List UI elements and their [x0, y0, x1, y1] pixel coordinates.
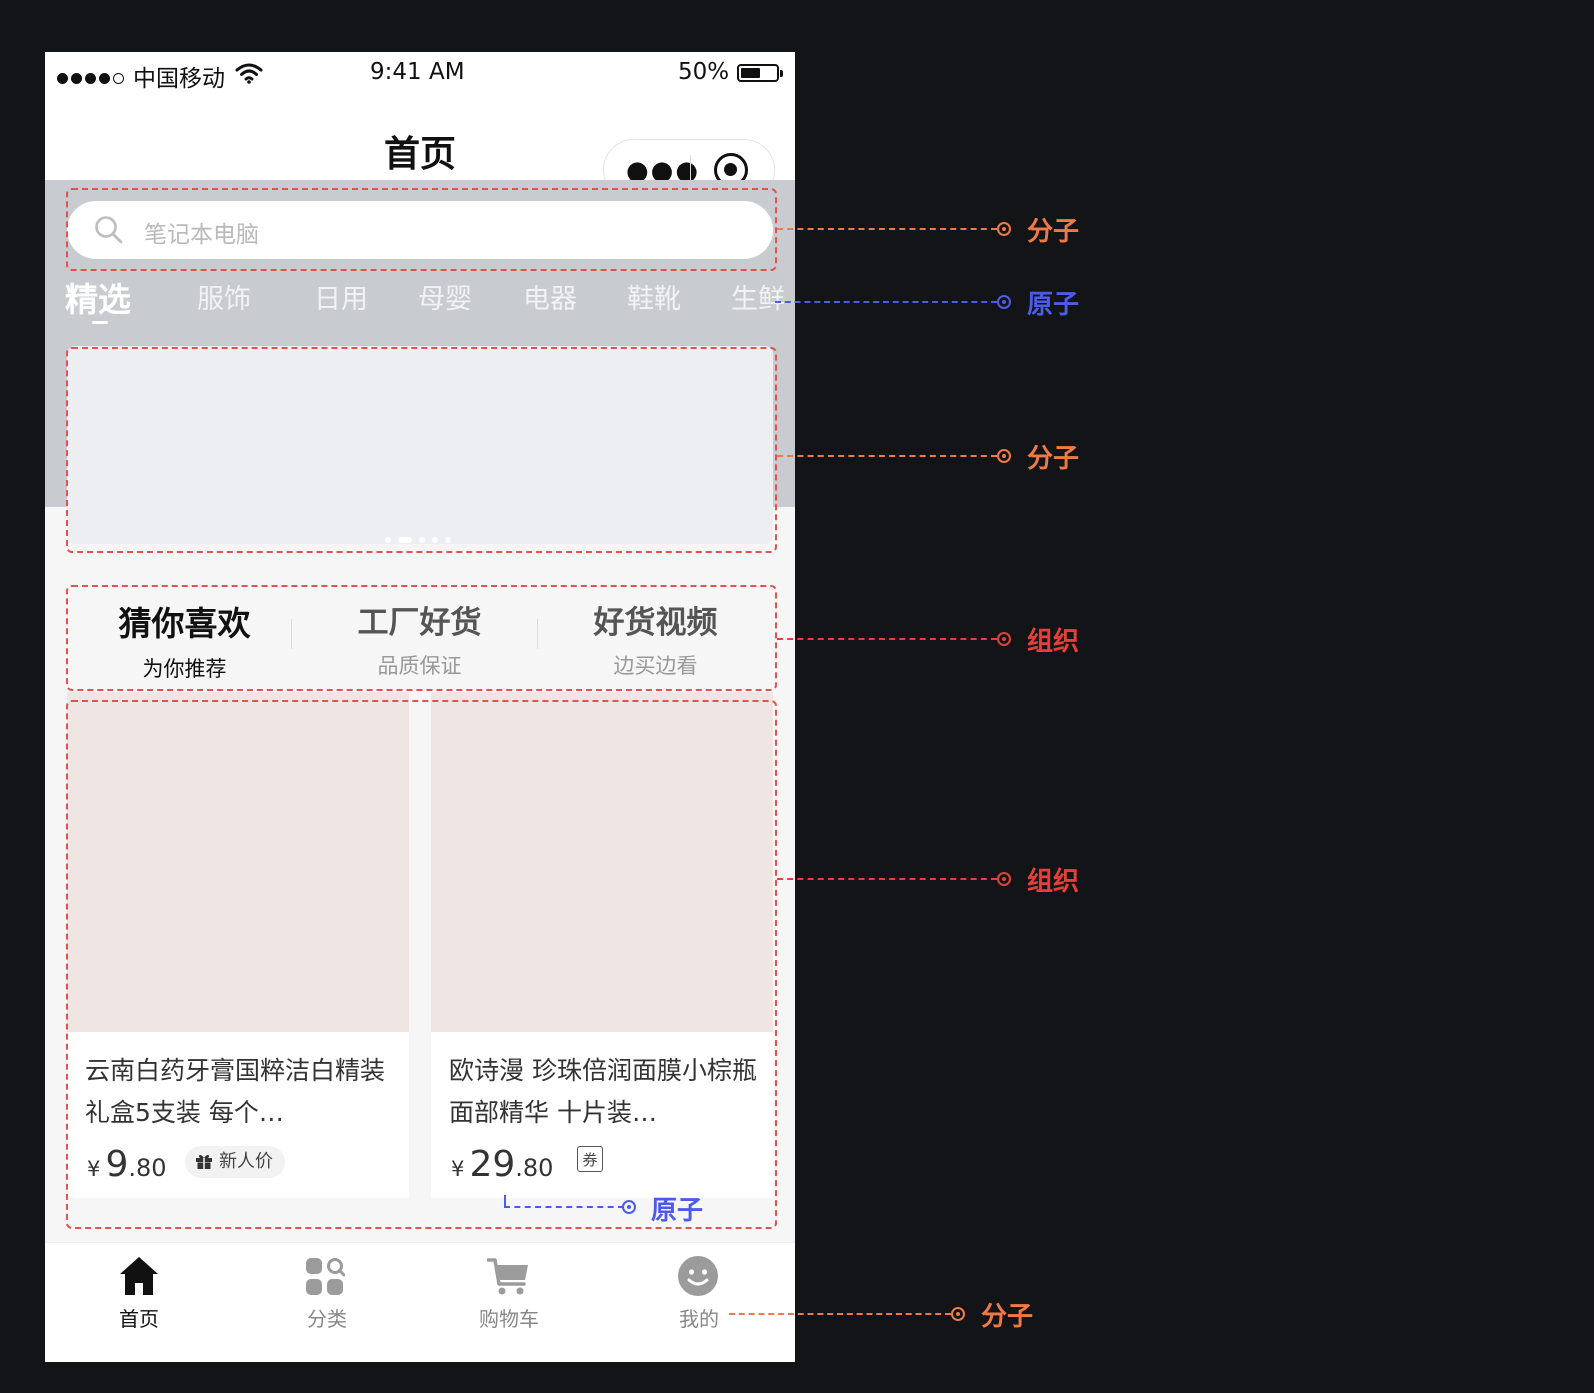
annotation-marker-icon: [951, 1307, 965, 1321]
annotation-marker-icon: [997, 222, 1011, 236]
annotation-box-banner: [66, 347, 777, 553]
annotation-label-organism: 组织: [1027, 627, 1080, 657]
tab-daily[interactable]: 日用: [314, 277, 368, 316]
tabbar-item-mine[interactable]: 我的: [605, 1243, 793, 1343]
annotation-marker-icon: [997, 872, 1011, 886]
smiley-icon: [678, 1256, 718, 1296]
wifi-icon: [235, 63, 263, 84]
tabbar-item-category[interactable]: 分类: [233, 1243, 421, 1343]
tab-appliances[interactable]: 电器: [523, 277, 577, 316]
annotation-label-organism: 组织: [1027, 867, 1080, 897]
annotation-leader: [777, 455, 997, 457]
annotation-leader: [777, 228, 997, 230]
annotation-leader: [775, 301, 997, 303]
tabbar-label: 我的: [679, 1307, 719, 1331]
annotation-leader: [777, 878, 997, 880]
category-icon: [306, 1258, 345, 1295]
annotation-box-products: [66, 700, 777, 1229]
annotation-label-molecule: 分子: [981, 1302, 1034, 1332]
annotation-box-categories: [66, 585, 777, 691]
tab-shoes[interactable]: 鞋靴: [627, 277, 681, 316]
annotation-marker-icon: [997, 632, 1011, 646]
active-tab-indicator: [92, 321, 108, 324]
signal-strength-icon: [57, 69, 127, 88]
annotation-label-atom: 原子: [651, 1196, 704, 1226]
tab-fresh[interactable]: 生鲜: [731, 277, 785, 316]
annotation-label-atom: 原子: [1027, 290, 1080, 320]
tabbar-label: 首页: [119, 1307, 159, 1331]
annotation-box-search: [66, 188, 777, 271]
annotation-marker-icon: [997, 295, 1011, 309]
annotation-leader: [504, 1206, 624, 1208]
annotation-marker-icon: [997, 449, 1011, 463]
tabbar-item-home[interactable]: 首页: [45, 1243, 233, 1343]
tab-apparel[interactable]: 服饰: [197, 277, 251, 316]
cart-icon: [487, 1258, 528, 1295]
annotation-label-molecule: 分子: [1027, 444, 1080, 474]
tab-baby[interactable]: 母婴: [418, 277, 472, 316]
status-bar: 中国移动 9:41 AM 50%: [45, 52, 795, 97]
annotation-label-molecule: 分子: [1027, 217, 1080, 247]
battery-percent: 50%: [678, 59, 730, 85]
battery-icon: [737, 64, 783, 82]
tabbar-item-cart[interactable]: 购物车: [415, 1243, 603, 1343]
annotation-leader: [777, 638, 997, 640]
tabbar-label: 分类: [307, 1307, 347, 1331]
annotation-leader: [729, 1313, 951, 1315]
carrier-name: 中国移动: [133, 66, 225, 92]
tab-featured[interactable]: 精选: [65, 273, 131, 321]
annotation-marker-icon: [622, 1200, 636, 1214]
tabbar-label: 购物车: [479, 1307, 539, 1331]
clock: 9:41 AM: [370, 59, 465, 85]
home-icon: [120, 1257, 158, 1295]
bottom-tab-bar: 首页 分类 购物车 我的: [45, 1242, 795, 1362]
